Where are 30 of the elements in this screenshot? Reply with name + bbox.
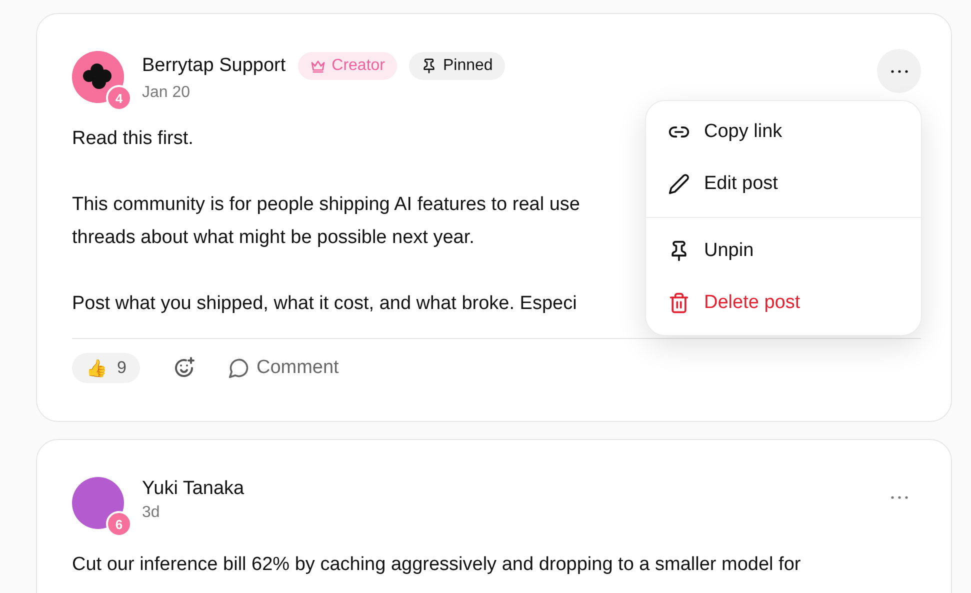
crown-icon (310, 58, 326, 74)
pin-icon (421, 58, 437, 74)
creator-badge: Creator (298, 52, 397, 80)
pinned-badge: Pinned (409, 52, 505, 80)
comment-button[interactable]: Comment (228, 357, 339, 379)
post-text: Post what you shipped, what it cost, and what broke. Especi (72, 292, 577, 316)
level-badge: 6 (106, 511, 132, 537)
post-date: 3d (142, 504, 161, 522)
post-text: Read this first. (72, 127, 194, 151)
author-name[interactable]: Yuki Tanaka (142, 478, 244, 500)
pencil-icon (668, 173, 690, 195)
trash-icon (668, 292, 690, 314)
post-text: This community is for people shipping AI features to real use (72, 193, 580, 217)
more-button[interactable] (877, 49, 921, 93)
post-text: threads about what might be possible next year. (72, 226, 474, 250)
menu-item[interactable]: Edit post (646, 158, 921, 210)
post-text: Cut our inference bill 62% by caching aggressively and dropping to a smaller model for (72, 553, 801, 577)
menu-item[interactable]: Copy link (646, 106, 921, 158)
more-icon (890, 70, 908, 72)
smiley-plus-icon (172, 356, 196, 380)
level-badge: 4 (106, 85, 132, 111)
avatar-logo (72, 51, 124, 103)
more-icon (890, 496, 908, 498)
menu-item[interactable]: Unpin (646, 225, 921, 277)
speech-bubble-icon (228, 357, 250, 379)
add-reaction-button[interactable] (172, 356, 196, 380)
post-date: Jan 20 (142, 84, 192, 102)
reaction-button[interactable]: 👍 9 (72, 353, 140, 383)
author-name[interactable]: Berrytap Support (142, 55, 286, 77)
menu-item[interactable]: Delete post (646, 277, 921, 329)
